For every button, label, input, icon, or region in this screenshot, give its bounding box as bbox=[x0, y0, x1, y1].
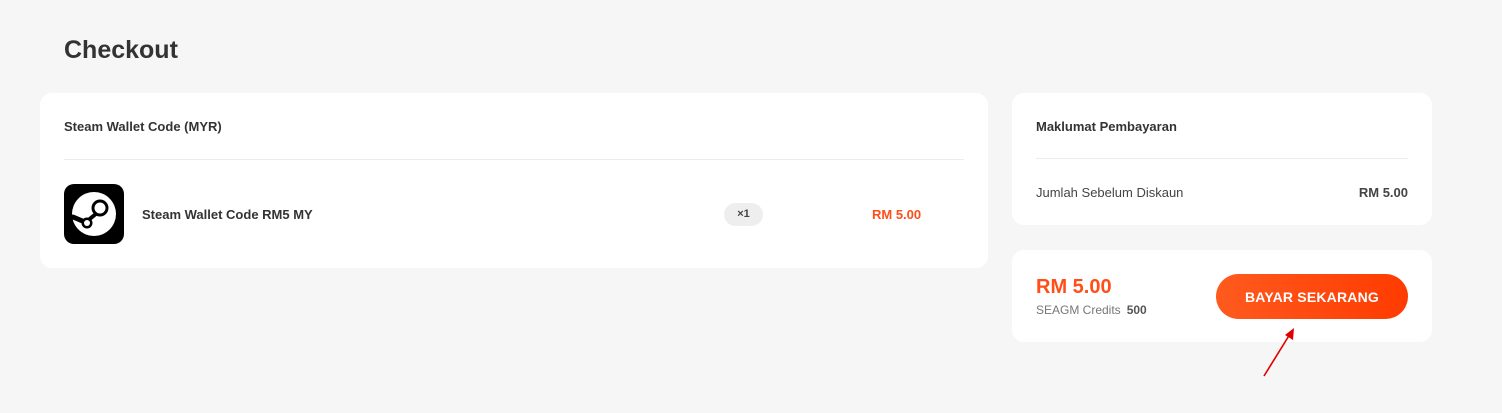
red-arrow-icon bbox=[1258, 322, 1302, 385]
product-name: Steam Wallet Code RM5 MY bbox=[142, 207, 313, 222]
payment-info-header: Maklumat Pembayaran bbox=[1036, 119, 1177, 134]
subtotal-label: Jumlah Sebelum Diskaun bbox=[1036, 185, 1184, 200]
order-divider bbox=[64, 159, 964, 160]
credits-line: SEAGM Credits 500 bbox=[1036, 303, 1147, 317]
page-title: Checkout bbox=[64, 36, 178, 64]
total-amount: RM 5.00 bbox=[1036, 276, 1112, 298]
order-header: Steam Wallet Code (MYR) bbox=[64, 119, 222, 134]
line-item-price: RM 5.00 bbox=[872, 207, 922, 222]
payment-info-divider bbox=[1036, 158, 1408, 159]
pay-now-button[interactable]: BAYAR SEKARANG bbox=[1216, 274, 1408, 319]
steam-logo-icon bbox=[64, 184, 124, 244]
payment-info-card: Maklumat Pembayaran Jumlah Sebelum Diska… bbox=[1012, 93, 1432, 225]
credits-label: SEAGM Credits bbox=[1036, 303, 1121, 317]
subtotal-value: RM 5.00 bbox=[1358, 185, 1408, 200]
payment-summary-card: RM 5.00 SEAGM Credits 500 BAYAR SEKARANG bbox=[1012, 250, 1432, 342]
credits-value: 500 bbox=[1126, 303, 1147, 317]
order-card: Steam Wallet Code (MYR) Steam Wallet Cod… bbox=[40, 93, 988, 268]
quantity-badge: ×1 bbox=[724, 203, 763, 226]
